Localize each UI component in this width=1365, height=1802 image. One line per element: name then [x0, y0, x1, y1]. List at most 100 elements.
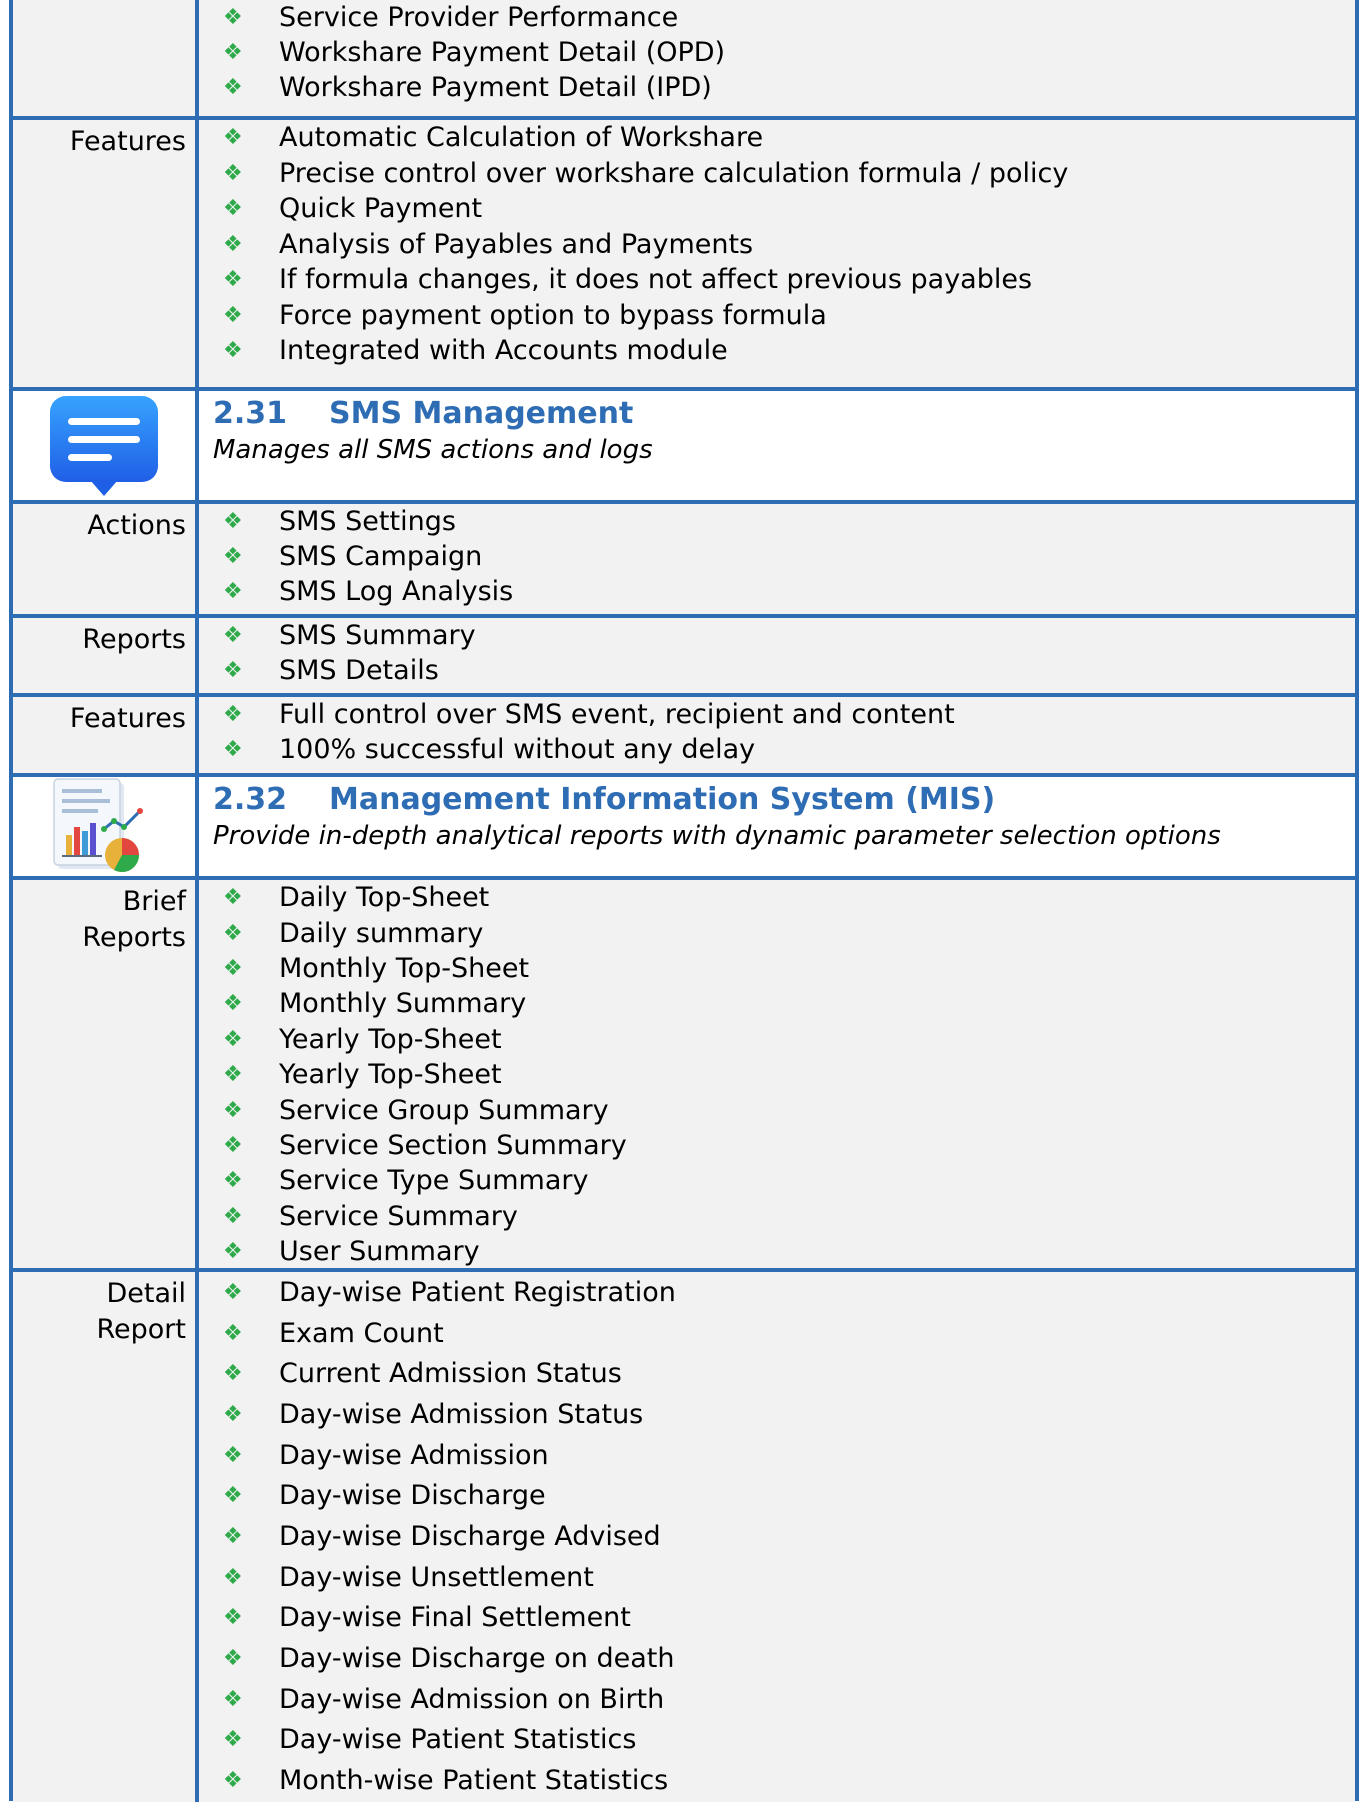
- list-item-text: Full control over SMS event, recipient a…: [279, 699, 955, 730]
- bullet-icon: ❖: [223, 1203, 243, 1229]
- list-item: ❖ Automatic Calculation of Workshare: [219, 120, 1355, 156]
- list-item-text: If formula changes, it does not affect p…: [279, 264, 1033, 296]
- list-item-text: User Summary: [279, 1236, 480, 1268]
- bullet-icon: ❖: [223, 5, 243, 30]
- list-item-text: Automatic Calculation of Workshare: [279, 122, 764, 154]
- list-item-text: Workshare Payment Detail (OPD): [279, 37, 726, 68]
- list-item-text: Day-wise Patient Statistics: [279, 1724, 637, 1756]
- chat-message-icon: [50, 395, 158, 496]
- row-label: Brief Reports: [13, 880, 199, 1268]
- bullet-icon: ❖: [223, 1062, 243, 1088]
- list-item: ❖ Day-wise Discharge: [219, 1475, 1355, 1516]
- bullet-icon: ❖: [223, 1132, 243, 1158]
- list-item: ❖ SMS Log Analysis: [219, 574, 1355, 609]
- mis-icon-cell: [13, 777, 199, 876]
- bullet-icon: ❖: [223, 231, 243, 257]
- list-item: ❖ Full control over SMS event, recipient …: [219, 697, 1355, 732]
- row-label: Features: [13, 697, 199, 773]
- bullet-icon: ❖: [223, 1483, 243, 1509]
- list-item: ❖ Day-wise Patient Statistics: [219, 1720, 1355, 1761]
- section-heading-mis: 2.32 Management Information System (MIS)…: [13, 777, 1355, 880]
- list-item: ❖ Day-wise Patient Registration: [219, 1272, 1355, 1313]
- section-number: 2.32: [213, 782, 288, 817]
- list-item: ❖ Day-wise Admission Status: [219, 1394, 1355, 1435]
- list-item-text: Monthly Top-Sheet: [279, 952, 530, 984]
- list-item-text: Day-wise Admission: [279, 1439, 549, 1471]
- list-item-text: Quick Payment: [279, 193, 483, 225]
- list-item-text: Integrated with Accounts module: [279, 335, 728, 367]
- bullet-icon: ❖: [223, 702, 243, 727]
- list-item-text: Daily summary: [279, 917, 484, 949]
- bullet-icon: ❖: [223, 658, 243, 683]
- list-item-text: SMS Details: [279, 655, 439, 686]
- bullet-icon: ❖: [223, 1361, 243, 1387]
- document-table: ❖ Service Provider Performance ❖ Workshare …: [9, 0, 1359, 1802]
- section-title: 2.31 SMS Management: [213, 395, 1355, 433]
- sms-icon-cell: [13, 391, 199, 500]
- bullet-list: ❖ SMS Settings ❖ SMS Campaign ❖ SMS Log Analy…: [199, 504, 1355, 614]
- sms-actions-row: Actions ❖ SMS Settings ❖ SMS Campaign ❖ SMS L…: [13, 504, 1355, 618]
- bullet-icon: ❖: [223, 75, 243, 100]
- bullet-list: ❖ SMS Summary ❖ SMS Details: [199, 618, 1355, 693]
- row-label: Detail Report: [13, 1272, 199, 1802]
- list-item-text: Day-wise Discharge on death: [279, 1643, 675, 1675]
- bullet-icon: ❖: [223, 1097, 243, 1123]
- list-item-text: Month-wise Patient Statistics: [279, 1765, 669, 1797]
- bullet-icon: ❖: [223, 338, 243, 364]
- list-item-text: SMS Log Analysis: [279, 576, 514, 607]
- list-item: ❖ Service Provider Performance: [219, 0, 1355, 35]
- list-item-text: Monthly Summary: [279, 988, 527, 1020]
- list-item: ❖ Precise control over workshare calculat…: [219, 156, 1355, 192]
- list-item: ❖ Integrated with Accounts module: [219, 333, 1355, 369]
- bullet-icon: ❖: [223, 1239, 243, 1265]
- list-item-text: Exam Count: [279, 1317, 444, 1349]
- list-item: ❖ User Summary: [219, 1234, 1355, 1269]
- bullet-icon: ❖: [223, 920, 243, 946]
- list-item: ❖ SMS Details: [219, 653, 1355, 688]
- list-item-text: SMS Campaign: [279, 541, 483, 572]
- list-item-text: Service Summary: [279, 1200, 518, 1232]
- list-item-text: SMS Settings: [279, 506, 456, 537]
- list-item: ❖ Daily Top-Sheet: [219, 880, 1355, 915]
- list-item-text: Daily Top-Sheet: [279, 882, 490, 914]
- bullet-icon: ❖: [223, 125, 243, 151]
- list-item: ❖ Day-wise Discharge Advised: [219, 1516, 1355, 1557]
- bullet-icon: ❖: [223, 1401, 243, 1427]
- list-item: ❖ Monthly Top-Sheet: [219, 951, 1355, 986]
- sms-reports-row: Reports ❖ SMS Summary ❖ SMS Details: [13, 618, 1355, 697]
- list-item-text: Day-wise Admission Status: [279, 1398, 644, 1430]
- bullet-icon: ❖: [223, 160, 243, 186]
- bullet-icon: ❖: [223, 196, 243, 222]
- list-item-text: Service Provider Performance: [279, 2, 679, 33]
- sms-features-row: Features ❖ Full control over SMS event, r…: [13, 697, 1355, 777]
- section-heading-text: 2.31 SMS Management Manages all SMS acti…: [199, 391, 1355, 500]
- list-item-text: Service Group Summary: [279, 1094, 609, 1126]
- list-item-text: 100% successful without any delay: [279, 734, 756, 765]
- list-item: ❖ SMS Campaign: [219, 539, 1355, 574]
- row-label-line: Reports: [82, 922, 186, 953]
- bullet-icon: ❖: [223, 509, 243, 534]
- bullet-list: ❖ Daily Top-Sheet ❖ Daily summary ❖ Monthly T…: [199, 880, 1355, 1268]
- list-item: ❖ Service Group Summary: [219, 1092, 1355, 1127]
- section-number: 2.31: [213, 396, 288, 431]
- brief-reports-row: Brief Reports ❖ Daily Top-Sheet ❖ Daily sum…: [13, 880, 1355, 1272]
- bullet-icon: ❖: [223, 737, 243, 762]
- section-name: SMS Management: [329, 396, 634, 431]
- list-item: ❖ If formula changes, it does not affect …: [219, 262, 1355, 298]
- list-item: ❖ Service Section Summary: [219, 1128, 1355, 1163]
- list-item-text: Service Section Summary: [279, 1129, 627, 1161]
- row-label: Features: [13, 120, 199, 387]
- list-item: ❖ Yearly Top-Sheet: [219, 1022, 1355, 1057]
- list-item-text: Day-wise Final Settlement: [279, 1602, 631, 1634]
- section-title: 2.32 Management Information System (MIS): [213, 781, 1355, 819]
- list-item-text: Yearly Top-Sheet: [279, 1059, 502, 1091]
- row-label: Reports: [13, 618, 199, 693]
- bullet-icon: ❖: [223, 579, 243, 604]
- row-label-empty: [13, 0, 199, 116]
- bullet-list: ❖ Service Provider Performance ❖ Workshare …: [199, 0, 1355, 116]
- section-name: Management Information System (MIS): [329, 782, 996, 817]
- list-item: ❖ Day-wise Unsettlement: [219, 1557, 1355, 1598]
- list-item-text: Precise control over workshare calculati…: [279, 157, 1069, 189]
- bullet-icon: ❖: [223, 1442, 243, 1468]
- bullet-list: ❖ Full control over SMS event, recipient …: [199, 697, 1355, 773]
